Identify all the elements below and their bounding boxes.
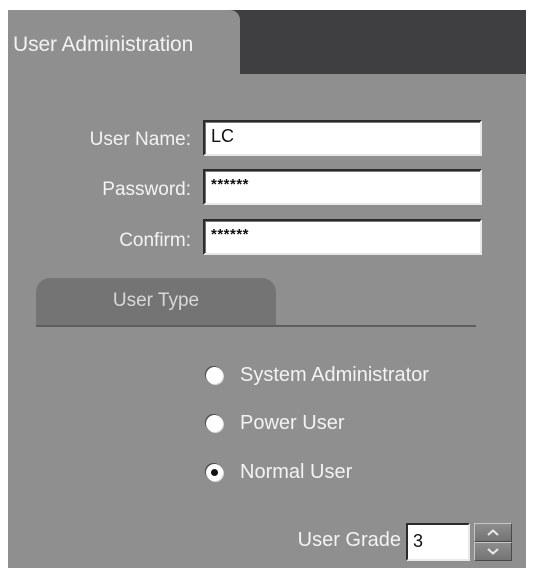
radio-label-normal-user: Normal User [240,460,353,483]
username-label: User Name: [89,129,191,150]
user-administration-dialog: User Administration User Name: LC Passwo… [8,10,526,568]
radio-button[interactable] [206,366,223,384]
radio-button[interactable] [206,414,223,432]
tab-user-type[interactable]: User Type [36,278,276,325]
chevron-up-icon [487,529,499,536]
chevron-down-icon [487,548,499,555]
title-bar: User Administration [8,10,526,74]
password-field[interactable]: ****** [203,169,482,205]
radio-system-administrator[interactable]: System Administrator [206,362,429,388]
radio-button-selected[interactable] [206,463,223,481]
window-title: User Administration [13,33,194,56]
spinner-up-button[interactable] [474,523,512,542]
username-field[interactable]: LC [203,120,482,156]
user-grade-input[interactable]: 3 [406,523,470,561]
user-type-divider [36,325,476,327]
confirm-label: Confirm: [119,230,191,251]
user-grade-label: User Grade [297,529,401,551]
user-grade-spinner [474,523,512,561]
tab-user-administration[interactable]: User Administration [8,10,240,74]
confirm-password-field[interactable]: ****** [203,219,482,255]
spinner-down-button[interactable] [474,542,512,561]
radio-label-system-administrator: System Administrator [240,363,429,386]
radio-normal-user[interactable]: Normal User [206,459,352,485]
user-type-tab-label: User Type [112,290,200,311]
radio-label-power-user: Power User [240,411,345,434]
password-label: Password: [102,179,191,200]
radio-power-user[interactable]: Power User [206,410,344,436]
